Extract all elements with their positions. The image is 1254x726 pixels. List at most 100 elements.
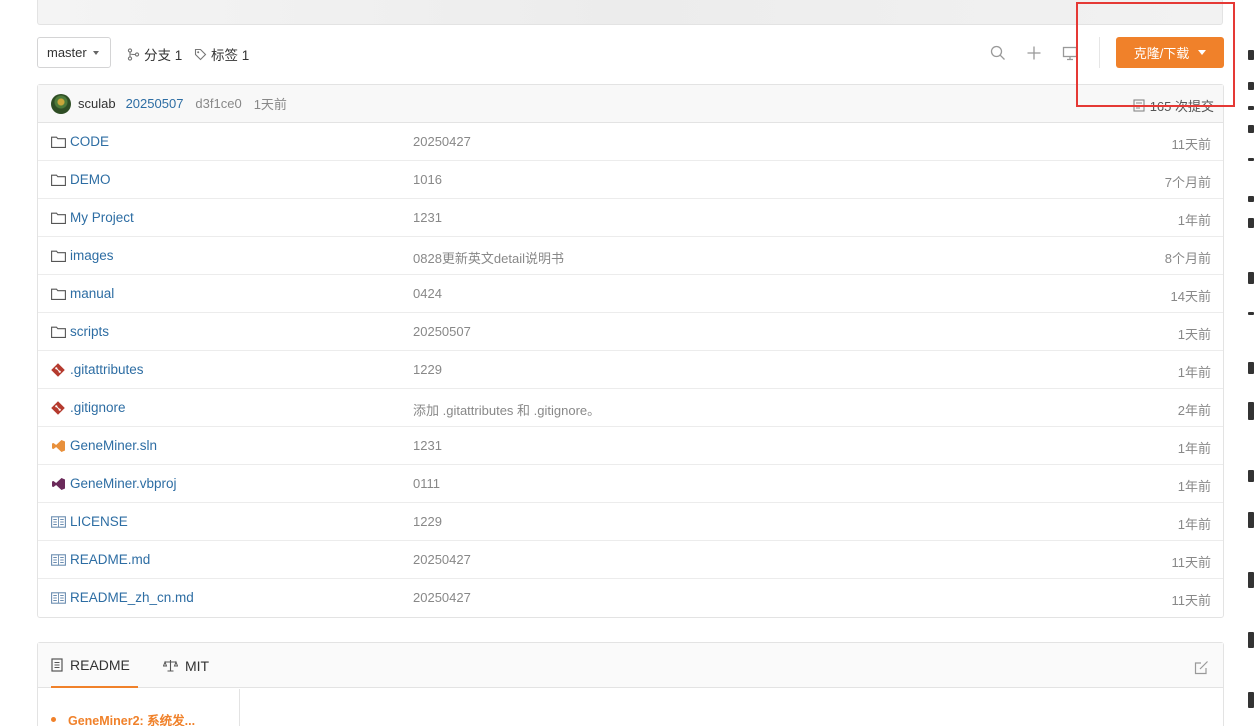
file-name[interactable]: LICENSE [70,514,128,529]
file-row[interactable]: DEMO 1016 7个月前 [38,161,1223,199]
visual-studio-icon [50,477,66,491]
file-time: 11天前 [1171,555,1212,570]
git-icon [50,363,66,377]
file-commit-message[interactable]: 20250427 [413,590,471,605]
readme-panel: README MIT GeneMiner2: 系统发... [37,642,1224,726]
file-row[interactable]: images 0828更新英文detail说明书 8个月前 [38,237,1223,275]
file-name[interactable]: GeneMiner.vbproj [70,476,177,491]
file-time: 1年前 [1177,441,1211,456]
document-icon [50,515,66,529]
file-time: 11天前 [1171,137,1212,152]
file-name[interactable]: README.md [70,552,150,567]
file-time: 1年前 [1177,365,1211,380]
file-time: 1年前 [1177,213,1211,228]
file-row[interactable]: LICENSE 1229 1年前 [38,503,1223,541]
commit-author[interactable]: sculab [78,96,116,111]
file-commit-message[interactable]: 0111 [413,476,440,491]
toc-item-label: GeneMiner2: 系统发... [68,714,196,726]
readme-toc: GeneMiner2: 系统发... [38,689,240,726]
tags-label: 标签 1 [211,48,250,63]
chevron-down-icon [92,50,99,55]
toc-item[interactable]: GeneMiner2: 系统发... [51,710,195,726]
file-time: 2年前 [1177,403,1211,418]
branches-label: 分支 1 [144,48,183,63]
file-commit-message[interactable]: 0828更新英文detail说明书 [413,248,564,267]
file-row[interactable]: README_zh_cn.md 20250427 11天前 [38,579,1223,617]
scale-icon [163,660,178,672]
file-commit-message[interactable]: 添加 .gitattributes 和 .gitignore。 [413,400,600,419]
bullet-icon [51,717,56,722]
commit-message[interactable]: 20250507 [126,96,184,111]
plus-icon[interactable] [1024,43,1044,63]
file-time: 8个月前 [1164,251,1211,266]
file-row[interactable]: My Project 1231 1年前 [38,199,1223,237]
search-icon[interactable] [988,43,1008,63]
folder-icon [50,249,66,263]
file-name[interactable]: images [70,248,114,263]
file-row[interactable]: README.md 20250427 11天前 [38,541,1223,579]
file-commit-message[interactable]: 1016 [413,172,442,187]
file-name[interactable]: scripts [70,324,109,339]
file-time: 7个月前 [1164,175,1211,190]
file-commit-message[interactable]: 1229 [413,514,442,529]
file-commit-message[interactable]: 0424 [413,286,442,301]
branch-name: master [47,45,87,60]
avatar[interactable] [51,93,71,114]
tab-license[interactable]: MIT [163,643,209,688]
clipped-side-content [1248,0,1254,726]
folder-icon [50,211,66,225]
file-commit-message[interactable]: 20250507 [413,324,471,339]
file-name[interactable]: .gitignore [70,400,126,415]
branches-link[interactable]: 分支 1 [127,44,182,64]
file-row[interactable]: .gitattributes 1229 1年前 [38,351,1223,389]
file-commit-message[interactable]: 20250427 [413,134,471,149]
file-name[interactable]: My Project [70,210,134,225]
commit-sha[interactable]: d3f1ce0 [195,96,241,111]
tab-license-label: MIT [185,657,210,674]
file-name[interactable]: manual [70,286,114,301]
file-time: 14天前 [1170,289,1211,304]
file-commit-message[interactable]: 1231 [413,438,442,453]
branch-icon [127,47,140,61]
file-list: sculab 20250507 d3f1ce0 1天前 165 次提交 CODE… [37,84,1224,618]
repo-toolbar: master 分支 1 标签 1 克隆/下载 [37,37,1224,69]
file-name[interactable]: CODE [70,134,109,149]
latest-commit-row: sculab 20250507 d3f1ce0 1天前 165 次提交 [38,85,1223,123]
document-icon [51,657,63,672]
tab-readme-label: README [70,656,130,673]
commit-time: 1天前 [253,97,287,112]
folder-icon [50,135,66,149]
folder-icon [50,173,66,187]
folder-icon [50,325,66,339]
file-time: 1年前 [1177,479,1211,494]
file-row[interactable]: .gitignore 添加 .gitattributes 和 .gitignore… [38,389,1223,427]
file-name[interactable]: GeneMiner.sln [70,438,157,453]
tags-link[interactable]: 标签 1 [194,44,249,64]
folder-icon [50,287,66,301]
visual-studio-icon [50,439,66,453]
file-name[interactable]: DEMO [70,172,111,187]
edit-icon[interactable] [1194,660,1209,678]
tag-icon [194,48,207,60]
readme-tabs: README MIT [38,643,1223,688]
file-row[interactable]: manual 0424 14天前 [38,275,1223,313]
highlight-annotation [1076,2,1235,107]
file-commit-message[interactable]: 1229 [413,362,442,377]
file-time: 11天前 [1171,593,1212,608]
file-name[interactable]: README_zh_cn.md [70,590,194,605]
tab-readme[interactable]: README [51,643,138,688]
file-row[interactable]: CODE 20250427 11天前 [38,123,1223,161]
file-row[interactable]: scripts 20250507 1天前 [38,313,1223,351]
document-icon [50,553,66,567]
file-commit-message[interactable]: 1231 [413,210,442,225]
file-time: 1天前 [1177,327,1211,342]
branch-select[interactable]: master [37,37,111,68]
document-icon [50,591,66,605]
file-time: 1年前 [1177,517,1211,532]
file-name[interactable]: .gitattributes [70,362,144,377]
git-icon [50,401,66,415]
file-row[interactable]: GeneMiner.vbproj 0111 1年前 [38,465,1223,503]
repo-header-banner [37,0,1223,25]
file-commit-message[interactable]: 20250427 [413,552,471,567]
file-row[interactable]: GeneMiner.sln 1231 1年前 [38,427,1223,465]
